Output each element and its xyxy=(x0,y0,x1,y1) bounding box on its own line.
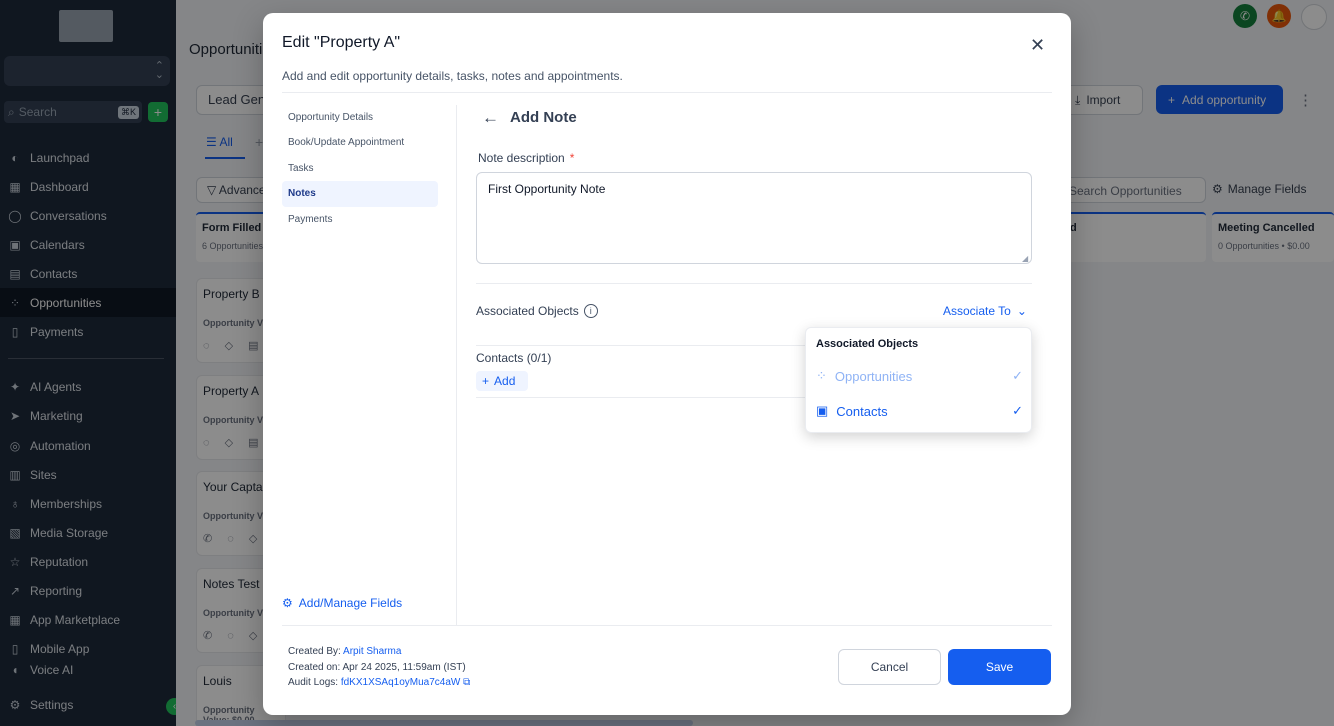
audit-logs-label: Audit Logs: xyxy=(288,677,339,688)
resize-handle-icon[interactable]: ◢ xyxy=(1022,254,1028,263)
menu-item-opportunities: ⁘ Opportunities ✓ xyxy=(816,364,1023,388)
menu-item-contacts[interactable]: ▣ Contacts ✓ xyxy=(816,399,1023,423)
modal-vertical-divider xyxy=(456,105,457,625)
audit-logs: Audit Logs: fdKX1XSAq1oyMua7c4aW ⧉ xyxy=(288,677,470,688)
copy-icon[interactable]: ⧉ xyxy=(463,677,470,688)
contacts-count-label: Contacts (0/1) xyxy=(476,351,552,365)
modal-nav-payments[interactable]: Payments xyxy=(282,207,438,233)
horizontal-scrollbar[interactable] xyxy=(195,720,693,726)
chevron-down-icon: ⌄ xyxy=(1016,304,1027,318)
app-root: ⌃ ⌄ ⌕ Search ⌘K + ◐ Launchpad ▦ Dashboard ◯ Co… xyxy=(0,0,1334,726)
modal-nav-notes[interactable]: Notes xyxy=(282,181,438,207)
gear-icon: ⚙ xyxy=(282,596,293,610)
associated-objects-label: Associated Objects i xyxy=(476,304,598,318)
add-manage-fields-label: Add/Manage Fields xyxy=(298,596,403,610)
required-marker: * xyxy=(569,151,575,165)
associate-to-dropdown[interactable]: Associate To ⌄ xyxy=(943,304,1027,318)
modal-nav-opportunity-details[interactable]: Opportunity Details xyxy=(282,105,438,131)
plus-icon: + xyxy=(482,374,490,388)
arrow-left-icon[interactable]: ← xyxy=(482,108,499,128)
info-icon[interactable]: i xyxy=(583,304,598,318)
associate-to-label: Associate To xyxy=(943,304,1011,318)
created-on: Created on: Apr 24 2025, 11:59am (IST) xyxy=(288,662,466,673)
add-manage-fields-link[interactable]: ⚙ Add/Manage Fields xyxy=(282,596,402,610)
menu-item-label: Opportunities xyxy=(834,368,913,384)
created-by-label: Created By: xyxy=(288,646,341,657)
edit-opportunity-modal: Edit "Property A" ✕ Add and edit opportu… xyxy=(263,13,1071,715)
modal-divider xyxy=(282,92,1052,93)
add-contact-label: Add xyxy=(494,374,516,388)
check-icon: ✓ xyxy=(1012,403,1023,418)
modal-title: Edit "Property A" xyxy=(282,34,401,51)
modal-nav-appointment[interactable]: Book/Update Appointment xyxy=(282,130,438,156)
note-description-text: Note description xyxy=(478,151,565,165)
note-description-label: Note description * xyxy=(478,151,574,165)
check-icon: ✓ xyxy=(1012,368,1023,383)
contact-card-icon: ▣ xyxy=(816,403,829,418)
menu-item-label: Contacts xyxy=(836,403,888,419)
opportunities-icon: ⁘ xyxy=(816,368,827,383)
add-contact-button[interactable]: + Add xyxy=(476,371,528,391)
created-by-user-link[interactable]: Arpit Sharma xyxy=(343,646,401,657)
close-icon[interactable]: ✕ xyxy=(1030,35,1045,56)
cancel-button[interactable]: Cancel xyxy=(838,649,941,685)
footer-divider xyxy=(282,625,1052,626)
save-button[interactable]: Save xyxy=(948,649,1051,685)
modal-nav-tasks[interactable]: Tasks xyxy=(282,156,438,182)
associated-objects-text: Associated Objects xyxy=(476,304,579,318)
divider xyxy=(476,283,1032,284)
created-by: Created By: Arpit Sharma xyxy=(288,646,401,657)
section-heading: Add Note xyxy=(510,109,577,126)
modal-subtitle: Add and edit opportunity details, tasks,… xyxy=(282,69,623,83)
audit-log-id[interactable]: fdKX1XSAq1oyMua7c4aW xyxy=(341,677,461,688)
note-description-input[interactable]: First Opportunity Note xyxy=(476,172,1032,264)
menu-header: Associated Objects xyxy=(816,338,919,350)
associated-objects-menu: Associated Objects ⁘ Opportunities ✓ ▣ C… xyxy=(805,327,1032,433)
